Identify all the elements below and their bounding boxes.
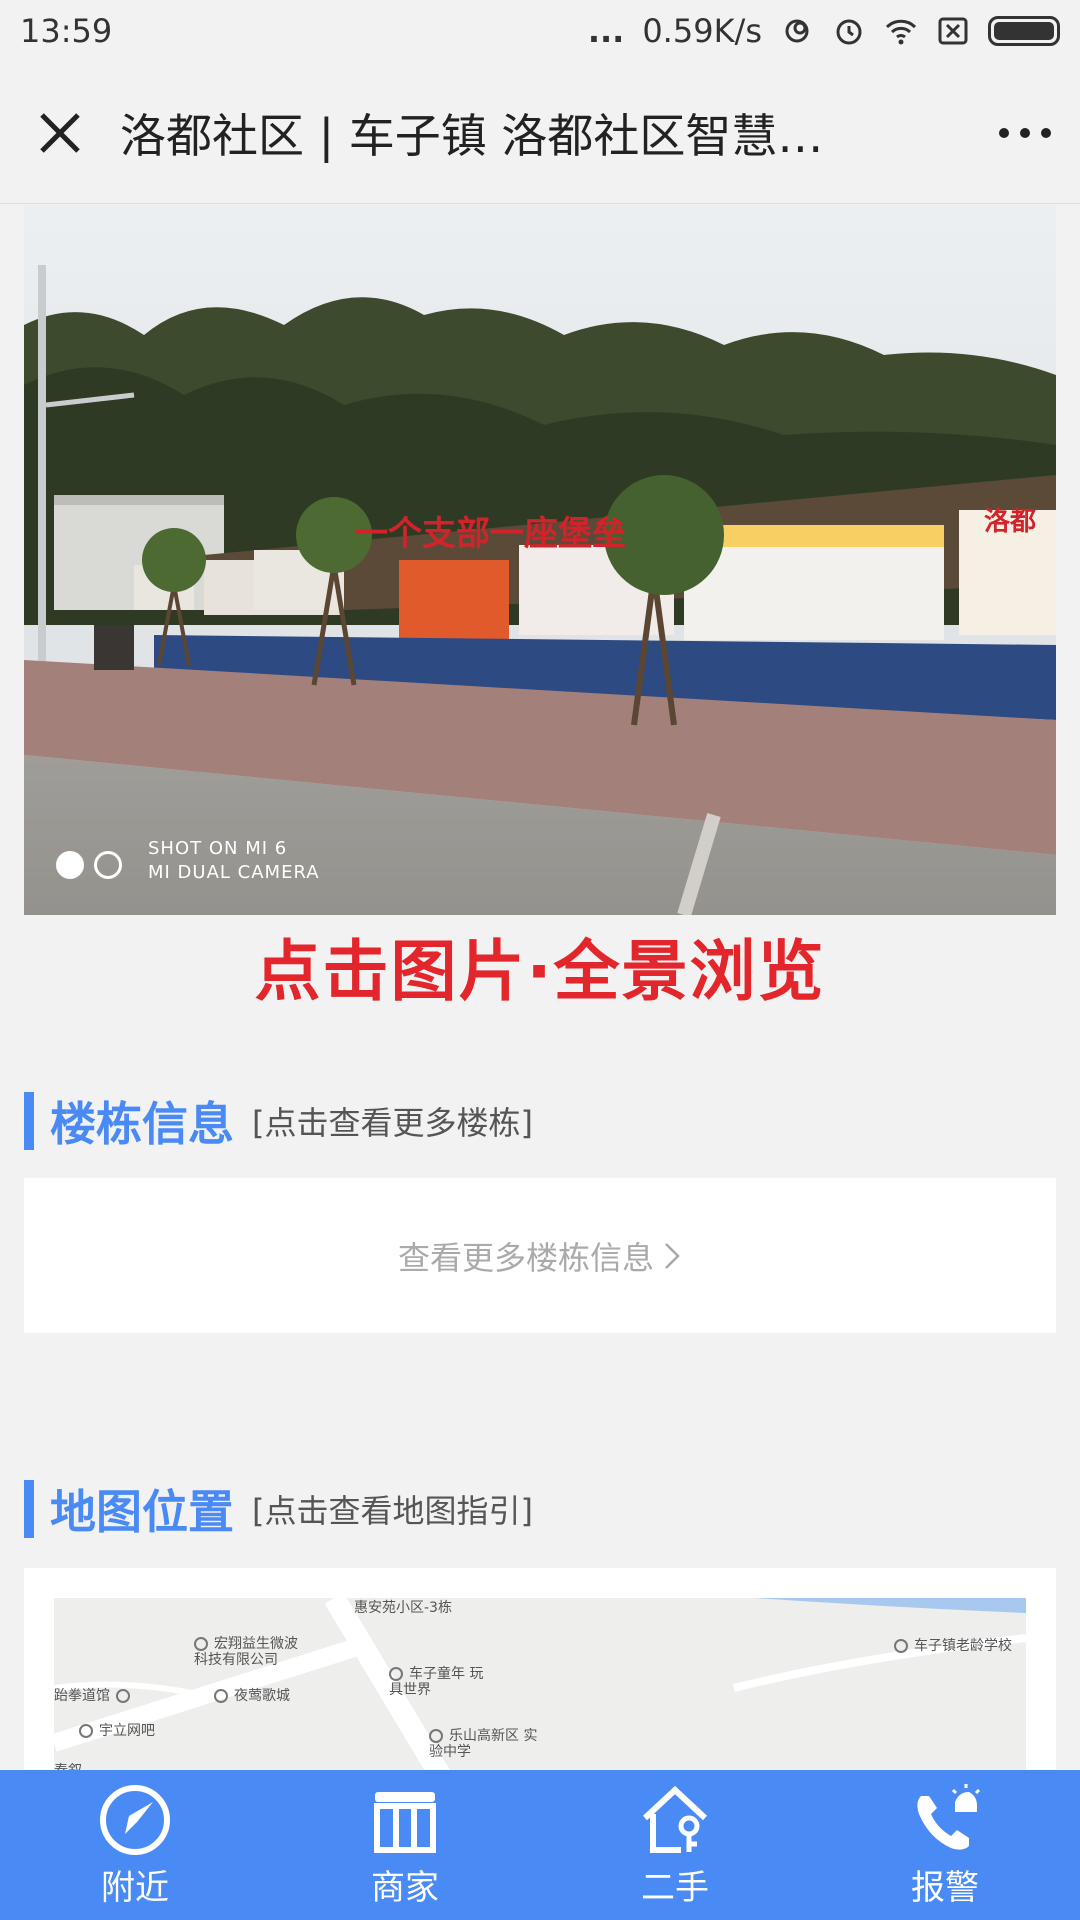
- page-title: 洛都社区 | 车子镇 洛都社区智慧…: [120, 108, 824, 163]
- battery-icon: [988, 16, 1060, 46]
- tab-nearby[interactable]: 附近: [0, 1770, 270, 1920]
- sync-icon: [785, 19, 809, 43]
- tab-alarm[interactable]: 报警: [810, 1770, 1080, 1920]
- buildings-header[interactable]: 楼栋信息 [点击查看更多楼栋]: [24, 1088, 533, 1154]
- tab-nearby-label: 附近: [101, 1867, 169, 1908]
- buildings-title: 楼栋信息: [50, 1097, 234, 1151]
- bottom-tab-bar: 附近 商家 二手 报警: [0, 1770, 1080, 1920]
- map-hint[interactable]: [点击查看地图指引]: [252, 1486, 533, 1532]
- close-button[interactable]: [0, 62, 120, 204]
- map-header[interactable]: 地图位置 [点击查看地图指引]: [24, 1476, 533, 1542]
- camera-watermark: SHOT ON MI 6 MI DUAL CAMERA: [148, 837, 320, 885]
- more-dots-icon: [999, 127, 1051, 138]
- carousel-dot-2[interactable]: [94, 851, 122, 879]
- poi-icon: [429, 1729, 443, 1743]
- tab-secondhand-label: 二手: [641, 1867, 709, 1908]
- more-menu-button[interactable]: [970, 62, 1080, 204]
- alarm-phone-icon: [917, 1783, 981, 1850]
- map-poi-hongxiang[interactable]: 宏翔益生微波 科技有限公司: [194, 1636, 314, 1668]
- more-buildings-label: 查看更多楼栋信息: [397, 1238, 654, 1277]
- tab-merchants[interactable]: 商家: [270, 1770, 540, 1920]
- tab-alarm-label: 报警: [911, 1867, 979, 1908]
- buildings-hint[interactable]: [点击查看更多楼栋]: [252, 1098, 533, 1144]
- poi-icon: [79, 1724, 93, 1738]
- network-speed: 0.59K/s: [642, 12, 762, 50]
- map-roads: [54, 1598, 1026, 1798]
- watermark-line-2: MI DUAL CAMERA: [148, 862, 320, 883]
- location-map[interactable]: 惠安苑小区-3栋 宏翔益生微波 科技有限公司 车子童年 玩具世界 车子镇老龄学校…: [54, 1598, 1026, 1798]
- poi-icon: [894, 1639, 908, 1653]
- more-buildings-link[interactable]: 查看更多楼栋信息: [24, 1178, 1056, 1333]
- wifi-icon: [885, 19, 917, 45]
- watermark-line-1: SHOT ON MI 6: [148, 838, 288, 859]
- buildings-card: 查看更多楼栋信息: [24, 1178, 1056, 1333]
- status-dots: ...: [587, 12, 625, 50]
- section-accent-bar: [24, 1480, 34, 1538]
- house-key-icon: [642, 1785, 708, 1853]
- map-poi-school-old[interactable]: 车子镇老龄学校: [894, 1638, 1012, 1654]
- signage-text: 一个支部一座堡垒: [354, 514, 626, 554]
- store-icon: [374, 1791, 436, 1853]
- alarm-icon: [836, 19, 862, 45]
- sim-off-icon: [938, 17, 968, 45]
- map-card: 惠安苑小区-3栋 宏翔益生微波 科技有限公司 车子童年 玩具世界 车子镇老龄学校…: [24, 1568, 1056, 1798]
- svg-text:洛都: 洛都: [984, 506, 1036, 537]
- map-poi-yuli[interactable]: 宇立网吧: [79, 1723, 155, 1739]
- carousel-indicators: [56, 851, 122, 879]
- navbar: 洛都社区 | 车子镇 洛都社区智慧…: [0, 62, 1080, 204]
- carousel-dot-1[interactable]: [56, 851, 84, 879]
- panorama-link[interactable]: 点击图片·全景浏览: [0, 918, 1080, 1014]
- banner-photo: 一个支部一座堡垒 洛都: [24, 205, 1056, 915]
- chevron-right-icon: [665, 1242, 680, 1269]
- tab-secondhand[interactable]: 二手: [540, 1770, 810, 1920]
- tab-merchants-label: 商家: [371, 1867, 439, 1908]
- map-poi-yeying[interactable]: 夜莺歌城: [214, 1688, 290, 1704]
- poi-icon: [389, 1667, 403, 1681]
- compass-icon: [100, 1784, 170, 1855]
- map-title: 地图位置: [50, 1485, 234, 1539]
- status-bar: 13:59 ... 0.59K/s: [0, 0, 1080, 62]
- map-poi-taekwondo[interactable]: 跆拳道馆: [54, 1688, 136, 1704]
- status-icons: ... 0.59K/s: [588, 12, 1060, 50]
- poi-icon: [194, 1637, 208, 1651]
- map-poi-middle-school[interactable]: 乐山高新区 实验中学: [429, 1728, 539, 1760]
- close-icon: [40, 112, 80, 153]
- poi-icon: [214, 1689, 228, 1703]
- section-accent-bar: [24, 1092, 34, 1150]
- panorama-banner[interactable]: 一个支部一座堡垒 洛都 SHOT ON MI 6 MI DUAL CAMERA: [24, 205, 1056, 915]
- map-poi-toys[interactable]: 车子童年 玩具世界: [389, 1666, 489, 1698]
- poi-icon: [116, 1689, 130, 1703]
- status-time: 13:59: [20, 12, 113, 50]
- map-label-top: 惠安苑小区-3栋: [354, 1600, 452, 1616]
